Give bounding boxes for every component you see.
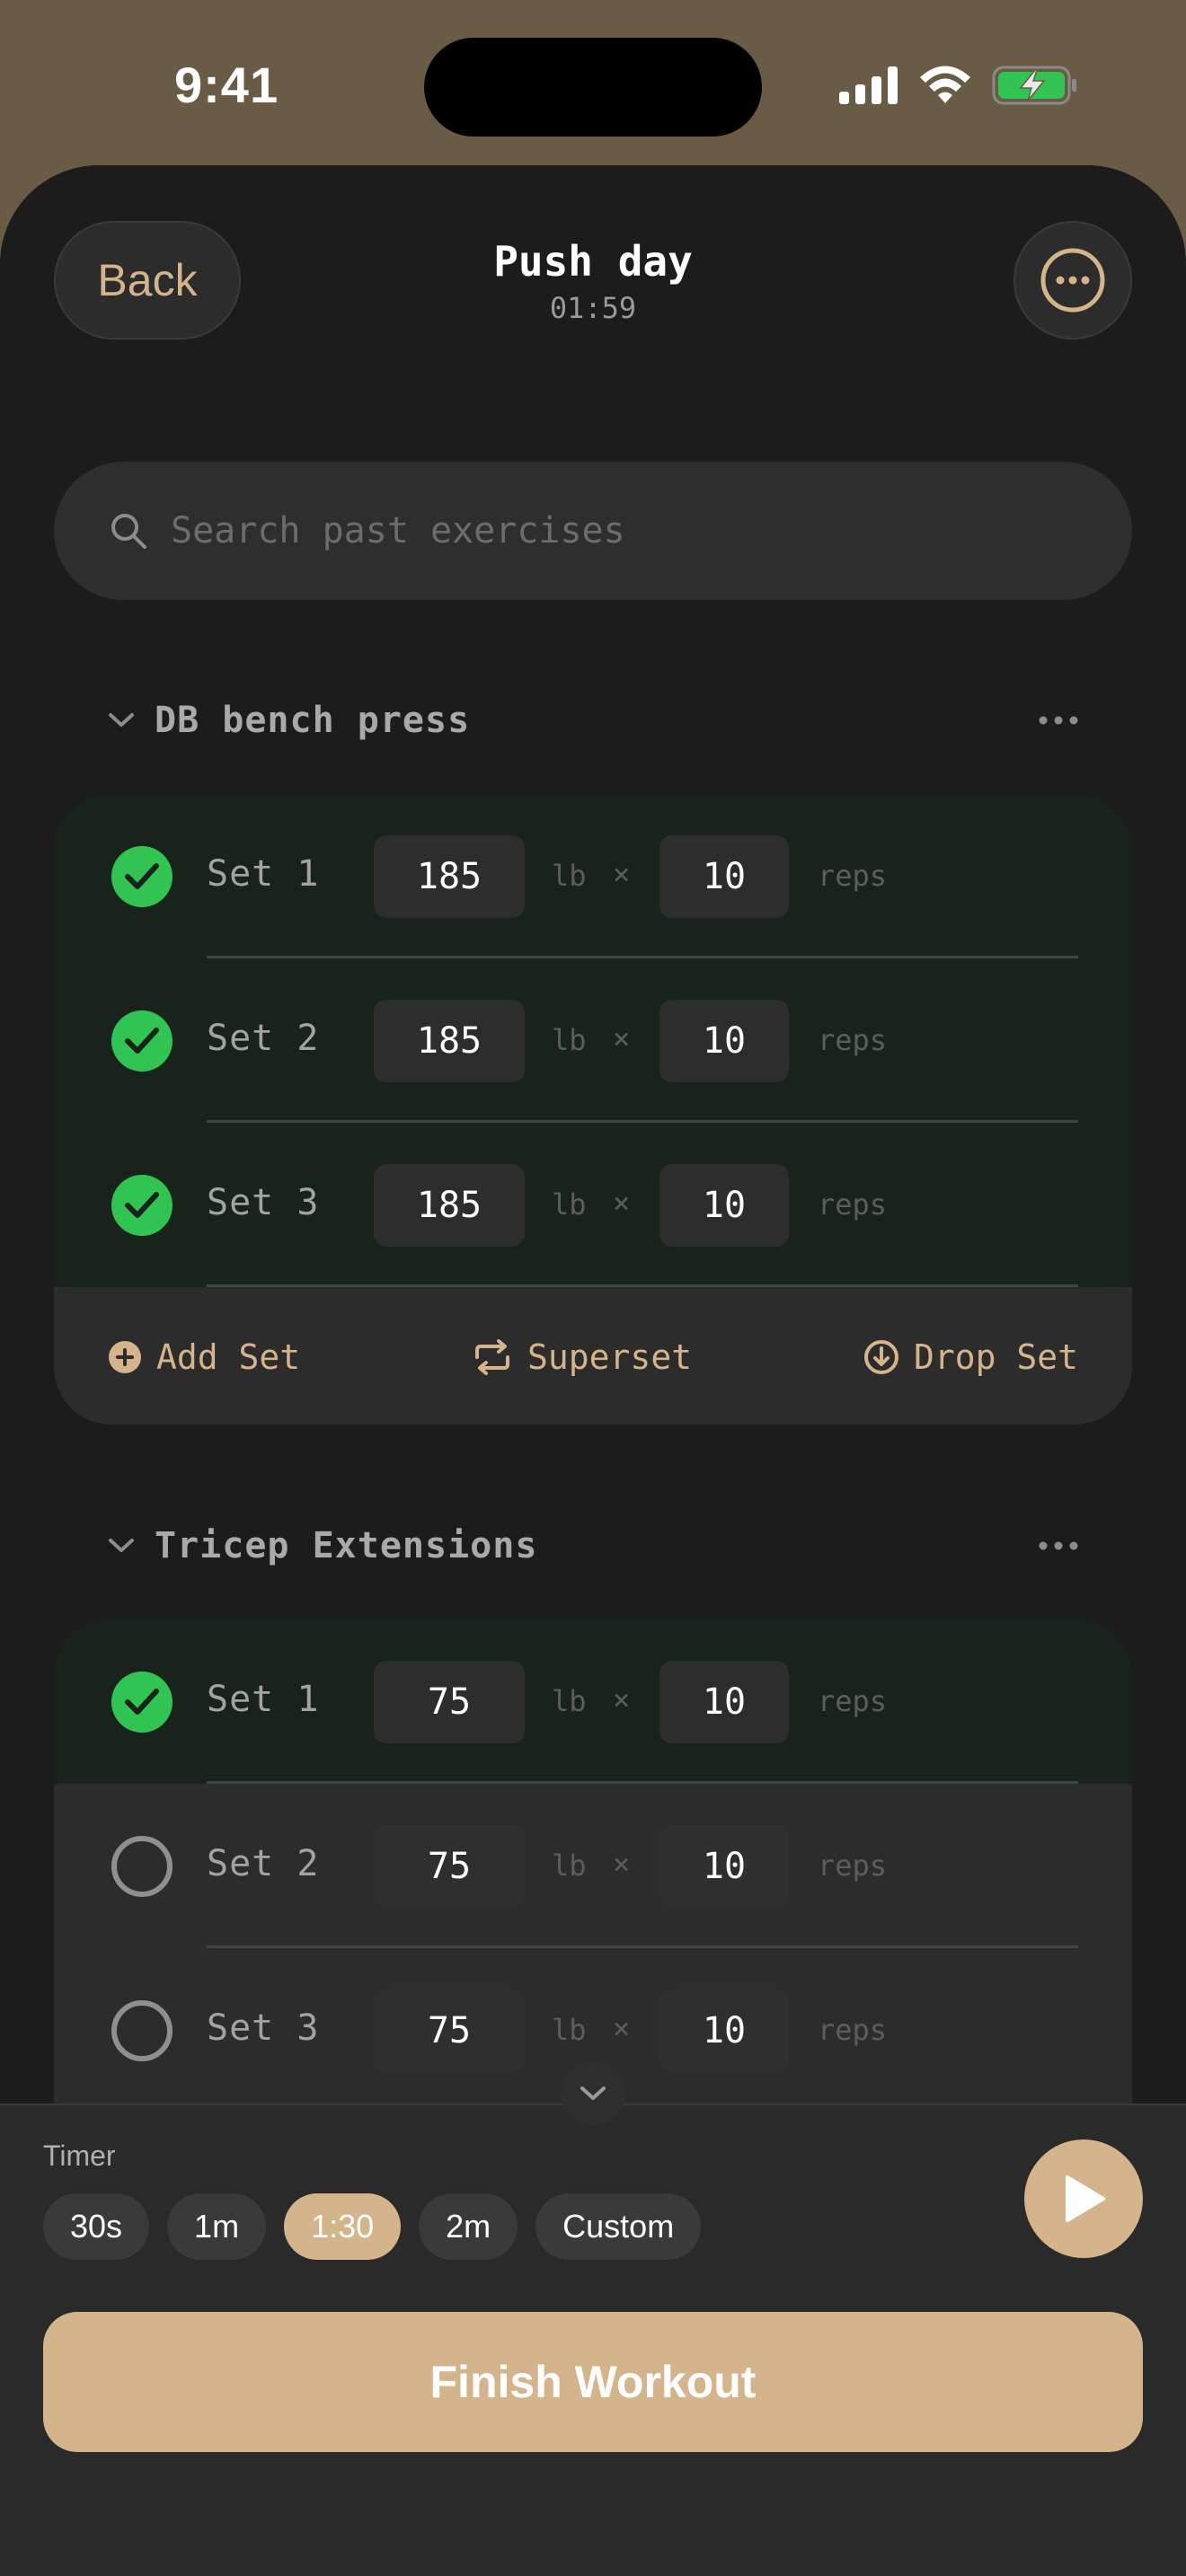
superset-label: Superset <box>527 1337 693 1377</box>
set-label: Set 2 <box>207 1018 320 1059</box>
set-label: Set 3 <box>207 1182 320 1223</box>
rest-timer-label: Timer <box>43 2139 116 2172</box>
bottom-panel: Timer 30s 1m 1:30 2m Custom Finish Worko… <box>0 2104 1186 2576</box>
arrow-down-circle-icon <box>863 1340 898 1374</box>
exercise-header[interactable]: DB bench press <box>108 693 1078 747</box>
status-icons <box>839 65 1078 106</box>
set-complete-toggle[interactable] <box>111 1836 173 1897</box>
ellipsis-circle-icon <box>1040 248 1105 313</box>
reps-field[interactable]: 10 <box>659 1661 789 1743</box>
exercise-more-icon[interactable] <box>1039 1540 1078 1551</box>
checkmark-icon <box>125 1028 159 1054</box>
collapse-panel-button[interactable] <box>562 2062 624 2125</box>
set-complete-toggle[interactable] <box>111 1175 173 1236</box>
exercise-header[interactable]: Tricep Extensions <box>108 1519 1078 1573</box>
drop-set-label: Drop Set <box>913 1337 1078 1377</box>
set-label: Set 1 <box>207 853 320 895</box>
set-complete-toggle[interactable] <box>111 2000 173 2061</box>
times-symbol: × <box>613 1021 631 1055</box>
reps-field[interactable]: 10 <box>659 1989 789 2072</box>
reps-unit: reps <box>818 1848 888 1883</box>
add-set-label: Add Set <box>156 1337 301 1377</box>
status-time: 9:41 <box>174 57 279 113</box>
set-complete-toggle[interactable] <box>111 1672 173 1733</box>
chevron-down-icon <box>580 2086 606 2100</box>
timer-option-30s[interactable]: 30s <box>43 2193 150 2260</box>
weight-unit: lb <box>552 1187 587 1222</box>
set-row: Set 1 75 lb × 10 reps <box>54 1619 1132 1784</box>
checkmark-icon <box>125 863 159 889</box>
reps-field[interactable]: 10 <box>659 1825 789 1908</box>
checkmark-icon <box>125 1689 159 1715</box>
workout-title: Push day <box>493 237 693 286</box>
times-symbol: × <box>613 1847 631 1881</box>
reps-unit: reps <box>818 2013 888 2047</box>
checkmark-icon <box>125 1192 159 1218</box>
weight-field[interactable]: 75 <box>374 1661 525 1743</box>
exercise-name: DB bench press <box>155 700 471 741</box>
dynamic-island <box>424 38 762 137</box>
timer-option-1-30[interactable]: 1:30 <box>284 2193 402 2260</box>
exercise-more-icon[interactable] <box>1039 715 1078 726</box>
finish-workout-button[interactable]: Finish Workout <box>43 2312 1143 2452</box>
set-row: Set 3 185 lb × 10 reps <box>54 1123 1132 1287</box>
reps-field[interactable]: 10 <box>659 835 789 918</box>
timer-option-1m[interactable]: 1m <box>167 2193 267 2260</box>
elapsed-timer: 01:59 <box>549 291 637 325</box>
chevron-down-icon <box>109 1539 134 1552</box>
wifi-icon <box>920 66 970 103</box>
times-symbol: × <box>613 1186 631 1220</box>
search-icon <box>111 514 146 549</box>
weight-unit: lb <box>552 1023 587 1057</box>
reps-unit: reps <box>818 859 888 893</box>
signal-icon <box>839 66 898 104</box>
weight-field[interactable]: 185 <box>374 1164 525 1247</box>
weight-unit: lb <box>552 2013 587 2047</box>
search-bar[interactable] <box>54 462 1132 600</box>
set-complete-toggle[interactable] <box>111 846 173 907</box>
weight-unit: lb <box>552 1848 587 1883</box>
set-actions: Add Set Superset Drop Set <box>54 1287 1132 1425</box>
reps-field[interactable]: 10 <box>659 1164 789 1247</box>
weight-field[interactable]: 75 <box>374 1825 525 1908</box>
reps-field[interactable]: 10 <box>659 1000 789 1082</box>
exercise-card: Set 1 185 lb × 10 reps Set 2 185 lb × 10… <box>54 794 1132 1425</box>
weight-field[interactable]: 185 <box>374 835 525 918</box>
weight-unit: lb <box>552 859 587 893</box>
set-label: Set 2 <box>207 1843 320 1884</box>
times-symbol: × <box>613 2011 631 2045</box>
reps-unit: reps <box>818 1187 888 1222</box>
reps-unit: reps <box>818 1684 888 1718</box>
set-row: Set 1 185 lb × 10 reps <box>54 794 1132 958</box>
drop-set-button[interactable]: Drop Set <box>863 1337 1078 1377</box>
superset-button[interactable]: Superset <box>472 1337 692 1377</box>
set-label: Set 1 <box>207 1679 320 1720</box>
set-row: Set 2 75 lb × 10 reps <box>54 1784 1132 1948</box>
weight-field[interactable]: 75 <box>374 1989 525 2072</box>
set-label: Set 3 <box>207 2007 320 2049</box>
battery-charging-icon <box>992 66 1076 105</box>
reps-unit: reps <box>818 1023 888 1057</box>
set-row: Set 2 185 lb × 10 reps <box>54 958 1132 1123</box>
add-set-button[interactable]: Add Set <box>108 1337 300 1377</box>
play-icon <box>1066 2175 1105 2222</box>
timer-option-2m[interactable]: 2m <box>419 2193 518 2260</box>
weight-unit: lb <box>552 1684 587 1718</box>
search-input[interactable] <box>171 510 1069 551</box>
chevron-down-icon <box>109 713 134 727</box>
times-symbol: × <box>613 1682 631 1716</box>
repeat-icon <box>475 1339 510 1375</box>
exercise-name: Tricep Extensions <box>155 1525 538 1566</box>
set-complete-toggle[interactable] <box>111 1010 173 1072</box>
rest-timer-options: 30s 1m 1:30 2m Custom <box>43 2193 702 2260</box>
plus-circle-icon <box>109 1341 141 1373</box>
times-symbol: × <box>613 857 631 891</box>
start-timer-button[interactable] <box>1024 2139 1143 2258</box>
timer-option-custom[interactable]: Custom <box>535 2193 702 2260</box>
weight-field[interactable]: 185 <box>374 1000 525 1082</box>
more-options-button[interactable] <box>1013 221 1132 340</box>
